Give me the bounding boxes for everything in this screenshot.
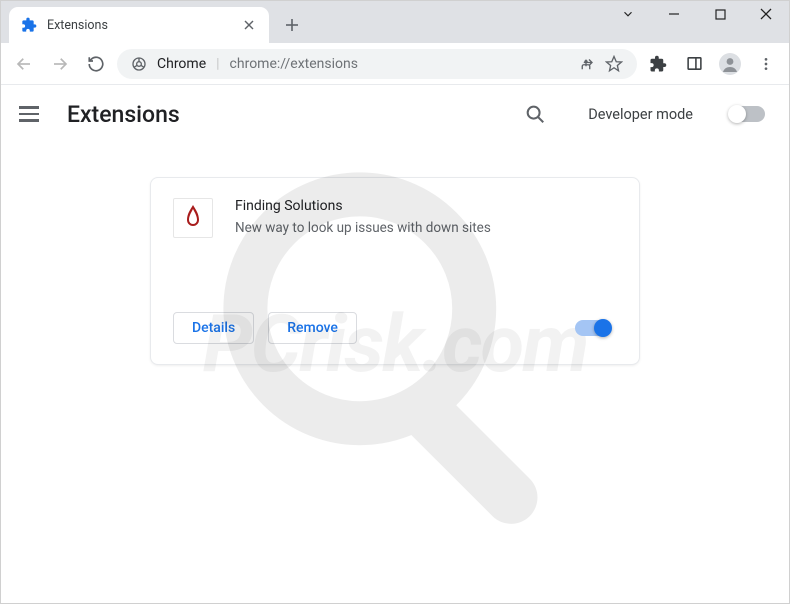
window-caret-icon[interactable]: [605, 0, 651, 31]
url-host-label: Chrome: [157, 56, 206, 72]
maximize-button[interactable]: [697, 0, 743, 31]
developer-mode-toggle[interactable]: [729, 106, 765, 122]
new-tab-button[interactable]: [277, 10, 307, 40]
tab-close-button[interactable]: [241, 17, 257, 33]
profile-avatar[interactable]: [715, 49, 745, 79]
tab-title: Extensions: [47, 18, 231, 33]
extensions-puzzle-icon[interactable]: [643, 49, 673, 79]
puzzle-icon: [21, 17, 37, 33]
details-button[interactable]: Details: [173, 312, 254, 344]
extension-name: Finding Solutions: [235, 198, 491, 214]
kebab-menu-icon[interactable]: [751, 49, 781, 79]
tab-strip: Extensions: [1, 1, 789, 43]
extension-card: Finding Solutions New way to look up iss…: [150, 177, 640, 365]
browser-toolbar: Chrome | chrome://extensions: [1, 43, 789, 85]
back-button[interactable]: [9, 49, 39, 79]
share-icon[interactable]: [577, 55, 595, 73]
browser-tab[interactable]: Extensions: [9, 7, 269, 43]
minimize-button[interactable]: [651, 0, 697, 31]
chrome-product-icon: [131, 56, 147, 72]
forward-button[interactable]: [45, 49, 75, 79]
close-window-button[interactable]: [743, 0, 789, 31]
search-icon[interactable]: [524, 103, 546, 125]
remove-button[interactable]: Remove: [268, 312, 357, 344]
developer-mode-label: Developer mode: [588, 106, 693, 123]
address-bar[interactable]: Chrome | chrome://extensions: [117, 49, 637, 79]
extension-description: New way to look up issues with down site…: [235, 220, 491, 236]
extension-icon: [173, 198, 213, 238]
url-path: chrome://extensions: [230, 56, 358, 72]
bookmark-star-icon[interactable]: [605, 55, 623, 73]
sidepanel-icon[interactable]: [679, 49, 709, 79]
reload-button[interactable]: [81, 49, 111, 79]
extension-enabled-toggle[interactable]: [575, 320, 611, 336]
page-content: PCrisk.com Extensions Developer mode Fin…: [1, 85, 789, 603]
page-title: Extensions: [67, 101, 180, 128]
menu-hamburger-icon[interactable]: [19, 102, 43, 126]
